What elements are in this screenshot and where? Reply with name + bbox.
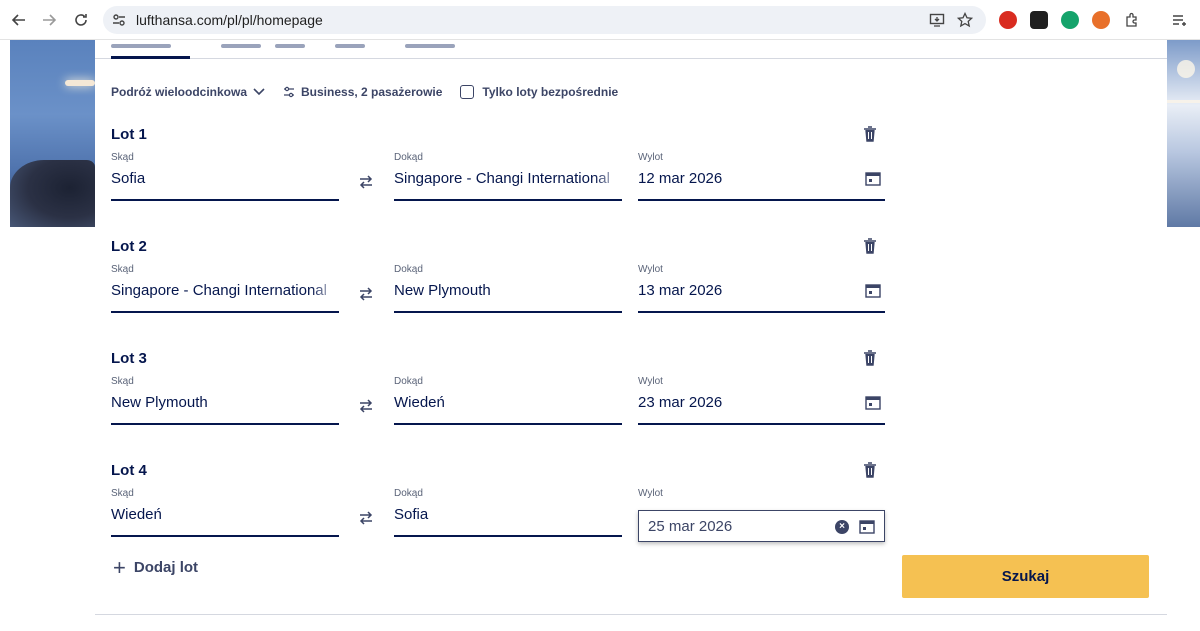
departure-date-label-wrap: Wylot <box>638 488 663 499</box>
trash-icon[interactable] <box>863 462 877 478</box>
segment-title: Lot 1 <box>111 126 147 143</box>
reload-icon[interactable] <box>70 9 92 31</box>
passengers-selector[interactable]: Business, 2 pasażerowie <box>283 85 442 99</box>
date-value[interactable]: 23 mar 2026 <box>638 394 885 411</box>
site-settings-icon[interactable] <box>111 12 127 28</box>
chevron-down-icon <box>253 88 265 96</box>
swap-icon[interactable] <box>359 174 373 190</box>
search-button[interactable]: Szukaj <box>902 555 1149 598</box>
swap-icon[interactable] <box>359 398 373 414</box>
checkbox-box[interactable] <box>460 85 475 99</box>
hero-image-right <box>1167 40 1200 227</box>
date-value[interactable]: 13 mar 2026 <box>638 282 885 299</box>
tab-stub[interactable] <box>335 44 365 48</box>
extension-dark-icon[interactable] <box>1030 11 1048 29</box>
tab-stub[interactable] <box>111 44 171 48</box>
search-options: Podróż wieloodcinkowa Business, 2 pasaże… <box>111 82 636 102</box>
segment-title: Lot 2 <box>111 238 147 255</box>
to-field[interactable]: Dokąd Singapore - Changi International <box>394 152 622 202</box>
tab-stub[interactable] <box>221 44 261 48</box>
tab-active-indicator <box>111 56 190 59</box>
to-value[interactable]: Sofia <box>394 506 622 523</box>
add-flight-button[interactable]: + Dodaj lot <box>113 554 198 580</box>
tab-stub[interactable] <box>275 44 305 48</box>
from-value[interactable]: Singapore - Changi International <box>111 282 339 299</box>
flight-segment-3: Lot 3 Skąd New Plymouth Dokąd Wiedeń Wyl… <box>111 350 891 450</box>
calendar-icon[interactable] <box>865 284 881 298</box>
trash-icon[interactable] <box>863 238 877 254</box>
forward-arrow-icon[interactable] <box>38 9 60 31</box>
to-field[interactable]: Dokąd Wiedeń <box>394 376 622 426</box>
direct-flights-checkbox[interactable]: Tylko loty bezpośrednie <box>460 85 618 99</box>
back-arrow-icon[interactable] <box>8 9 30 31</box>
install-app-icon[interactable] <box>929 12 945 28</box>
sliders-icon <box>283 86 295 98</box>
from-value[interactable]: New Plymouth <box>111 394 339 411</box>
to-value[interactable]: Singapore - Changi International <box>394 170 622 187</box>
to-field[interactable]: Dokąd Sofia <box>394 488 622 538</box>
to-field[interactable]: Dokąd New Plymouth <box>394 264 622 314</box>
from-field[interactable]: Skąd New Plymouth <box>111 376 339 426</box>
hero-image-left <box>10 40 95 227</box>
date-value[interactable]: 12 mar 2026 <box>638 170 885 187</box>
from-field[interactable]: Skąd Sofia <box>111 152 339 202</box>
extension-grammarly-icon[interactable] <box>1061 11 1079 29</box>
trip-type-dropdown[interactable]: Podróż wieloodcinkowa <box>111 85 265 99</box>
plus-icon: + <box>113 554 126 580</box>
swap-icon[interactable] <box>359 510 373 526</box>
bookmark-star-icon[interactable] <box>957 12 973 28</box>
card-divider <box>95 614 1167 615</box>
tab-divider <box>95 58 1167 59</box>
browser-toolbar: lufthansa.com/pl/pl/homepage <box>0 0 1200 40</box>
extensions-puzzle-icon[interactable] <box>1121 9 1143 31</box>
from-value[interactable]: Sofia <box>111 170 339 187</box>
reading-list-icon[interactable] <box>1168 9 1190 31</box>
segment-title: Lot 4 <box>111 462 147 479</box>
url-text[interactable]: lufthansa.com/pl/pl/homepage <box>136 12 323 28</box>
departure-date-input-active[interactable]: 25 mar 2026 × <box>638 510 885 542</box>
address-bar[interactable]: lufthansa.com/pl/pl/homepage <box>103 6 986 34</box>
to-value[interactable]: New Plymouth <box>394 282 622 299</box>
trash-icon[interactable] <box>863 350 877 366</box>
departure-date-field[interactable]: Wylot 13 mar 2026 <box>638 264 885 314</box>
segment-title: Lot 3 <box>111 350 147 367</box>
flight-search-card: Podróż wieloodcinkowa Business, 2 pasaże… <box>95 40 1167 631</box>
swap-icon[interactable] <box>359 286 373 302</box>
from-field[interactable]: Skąd Wiedeń <box>111 488 339 538</box>
departure-date-field[interactable]: Wylot 23 mar 2026 <box>638 376 885 426</box>
tab-stub[interactable] <box>405 44 455 48</box>
flight-segment-2: Lot 2 Skąd Singapore - Changi Internatio… <box>111 238 891 338</box>
clear-icon[interactable]: × <box>835 520 849 534</box>
calendar-icon[interactable] <box>865 396 881 410</box>
flight-segment-4: Lot 4 Skąd Wiedeń Dokąd Sofia Wylot 25 m… <box>111 462 891 562</box>
to-value[interactable]: Wiedeń <box>394 394 622 411</box>
calendar-icon[interactable] <box>859 520 875 534</box>
from-field[interactable]: Skąd Singapore - Changi International <box>111 264 339 314</box>
departure-date-field[interactable]: Wylot 12 mar 2026 <box>638 152 885 202</box>
from-value[interactable]: Wiedeń <box>111 506 339 523</box>
trash-icon[interactable] <box>863 126 877 142</box>
extension-duckduckgo-icon[interactable] <box>1092 11 1110 29</box>
flight-segment-1: Lot 1 Skąd Sofia Dokąd Singapore - Chang… <box>111 126 891 226</box>
calendar-icon[interactable] <box>865 172 881 186</box>
date-value[interactable]: 25 mar 2026 <box>648 518 732 535</box>
extension-opera-icon[interactable] <box>999 11 1017 29</box>
